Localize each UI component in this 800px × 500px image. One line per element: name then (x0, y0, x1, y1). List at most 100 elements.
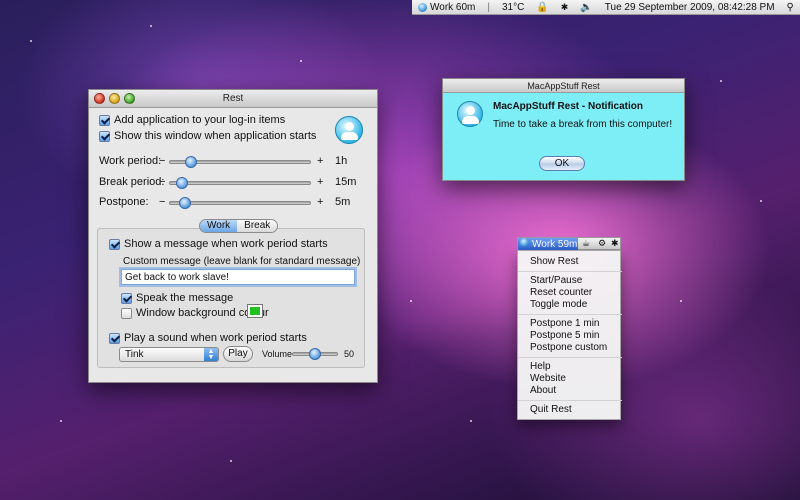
work-period-slider[interactable] (169, 156, 311, 168)
rest-titlebar[interactable]: Rest (89, 90, 377, 108)
show-message-label: Show a message when work period starts (124, 238, 328, 250)
menu-item-toggle-mode[interactable]: Toggle mode (530, 299, 587, 310)
user-icon (335, 116, 363, 144)
gear-icon[interactable]: ⚙ (598, 238, 606, 249)
work-period-knob[interactable] (185, 156, 197, 168)
show-window-label: Show this window when application starts (114, 130, 317, 142)
status-dropdown-menu: Show Rest Start/Pause Reset counter Togg… (517, 250, 622, 420)
menu-item-about[interactable]: About (530, 385, 556, 396)
postpone-label: Postpone: (99, 196, 149, 208)
menu-item-help[interactable]: Help (530, 361, 551, 372)
star (680, 300, 682, 302)
show-message-checkbox[interactable] (109, 238, 120, 250)
menu-separator (518, 314, 622, 315)
menu-item-website[interactable]: Website (530, 373, 566, 384)
cup-icon[interactable]: ☕ (582, 238, 590, 249)
add-login-checkbox-row[interactable]: Add application to your log-in items (99, 114, 285, 126)
break-period-slider[interactable] (169, 177, 311, 189)
work-plus: + (317, 155, 324, 167)
show-message-checkbox-row[interactable]: Show a message when work period starts (109, 238, 328, 250)
menu-separator (518, 357, 622, 358)
menu-item-postpone-1[interactable]: Postpone 1 min (530, 318, 600, 329)
menu-item-quit[interactable]: Quit Rest (530, 404, 572, 415)
notification-heading: MacAppStuff Rest - Notification (493, 101, 643, 112)
menu-separator (518, 400, 622, 401)
postpone-value: 5m (335, 196, 351, 208)
star (60, 420, 62, 422)
star (470, 420, 472, 422)
work-period-label: Work period: (99, 155, 162, 167)
play-sound-label: Play a sound when work period starts (124, 332, 307, 344)
postpone-plus: + (317, 196, 324, 208)
sound-select[interactable]: Tink ▲ ▼ (119, 347, 219, 362)
volume-icon[interactable]: 🔈 (574, 0, 598, 15)
show-window-checkbox-row[interactable]: Show this window when application starts (99, 130, 316, 142)
desktop: { "menubar": { "work_label": "Work 60m",… (0, 0, 800, 500)
menu-item-show-rest[interactable]: Show Rest (530, 256, 578, 267)
bluetooth-icon[interactable]: ✱ (611, 238, 619, 249)
zoom-button[interactable] (124, 93, 135, 104)
status-bar-item: Work 59m ☕ ⚙ ✱ (517, 237, 621, 250)
play-button[interactable]: Play (223, 346, 253, 362)
minimize-button[interactable] (109, 93, 120, 104)
menu-separator (518, 271, 622, 272)
add-login-checkbox[interactable] (99, 114, 110, 126)
bluetooth-icon[interactable]: ✱ (555, 0, 575, 15)
menu-item-start-pause[interactable]: Start/Pause (530, 275, 582, 286)
menubar-separator: | (487, 1, 490, 13)
volume-knob[interactable] (309, 348, 321, 360)
sound-select-value: Tink (125, 349, 144, 360)
menubar-datetime[interactable]: Tue 29 September 2009, 08:42:28 PM (599, 0, 781, 15)
break-period-label: Break period: (99, 176, 165, 188)
speak-checkbox[interactable] (121, 292, 132, 304)
temperature-readout[interactable]: 31°C (496, 0, 530, 15)
menu-item-reset-counter[interactable]: Reset counter (530, 287, 592, 298)
spotlight-icon[interactable]: ⚲ (781, 0, 800, 15)
rest-window-title: Rest (222, 93, 244, 104)
star (720, 80, 722, 82)
star (300, 60, 302, 62)
notification-titlebar[interactable]: MacAppStuff Rest (443, 79, 684, 93)
status-work-item[interactable]: Work 59m (518, 238, 578, 250)
colour-well[interactable] (247, 304, 263, 318)
volume-value: 50 (344, 349, 355, 359)
postpone-knob[interactable] (179, 197, 191, 209)
close-button[interactable] (94, 93, 105, 104)
break-period-knob[interactable] (176, 177, 188, 189)
status-work-label: Work 59m (532, 239, 578, 250)
menu-bar: Work 60m | 31°C 🔒 ✱ 🔈 Tue 29 September 2… (412, 0, 800, 15)
postpone-minus: − (159, 196, 166, 208)
star (150, 25, 152, 27)
break-period-value: 15m (335, 176, 357, 188)
custom-message-label: Custom message (leave blank for standard… (123, 256, 361, 267)
play-sound-checkbox[interactable] (109, 332, 120, 344)
notification-window: MacAppStuff Rest MacAppStuff Rest - Noti… (442, 78, 685, 181)
user-icon (457, 101, 483, 127)
popup-arrows-icon: ▲ ▼ (204, 348, 218, 361)
work-minus: − (159, 155, 166, 167)
play-sound-checkbox-row[interactable]: Play a sound when work period starts (109, 332, 307, 344)
speak-label: Speak the message (136, 292, 234, 304)
speak-checkbox-row[interactable]: Speak the message (121, 292, 233, 304)
notification-message: Time to take a break from this computer! (493, 119, 673, 130)
lock-icon[interactable]: 🔒 (530, 0, 554, 15)
rest-window: Rest Add application to your log-in item… (88, 89, 378, 383)
ok-button[interactable]: OK (539, 156, 585, 171)
bg-colour-checkbox[interactable] (121, 307, 132, 319)
add-login-label: Add application to your log-in items (114, 114, 286, 126)
menu-item-postpone-5[interactable]: Postpone 5 min (530, 330, 600, 341)
show-window-checkbox[interactable] (99, 130, 110, 142)
star (30, 40, 32, 42)
tab-work[interactable]: Work (200, 220, 238, 232)
star (230, 460, 232, 462)
volume-slider[interactable] (292, 348, 338, 360)
work-period-value: 1h (335, 155, 348, 167)
menu-item-postpone-custom[interactable]: Postpone custom (530, 342, 607, 353)
postpone-slider[interactable] (169, 197, 311, 209)
rest-status-icon (418, 2, 427, 12)
rest-status-item[interactable]: Work 60m (412, 0, 481, 15)
menubar-work-label: Work 60m (430, 1, 476, 13)
custom-message-input[interactable]: Get back to work slave! (121, 269, 355, 285)
tab-break[interactable]: Break (237, 220, 278, 232)
mode-tabs: Work Break (199, 219, 279, 233)
